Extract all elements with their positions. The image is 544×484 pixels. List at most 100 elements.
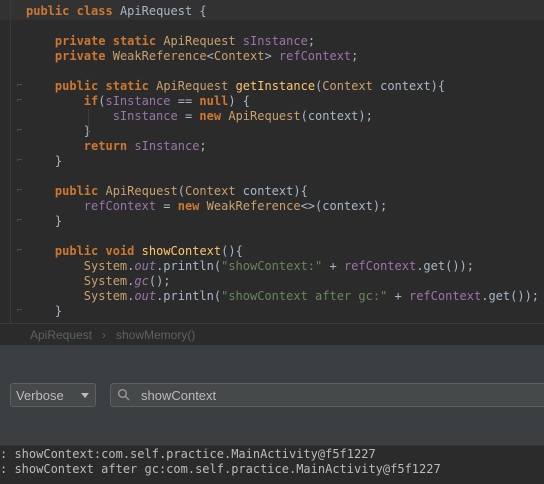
- code-line[interactable]: }: [26, 124, 91, 139]
- code-token: sInstance: [134, 139, 200, 153]
- code-line[interactable]: }: [26, 214, 62, 229]
- code-token: <: [206, 49, 214, 63]
- fold-marker-icon[interactable]: ⌐: [15, 82, 24, 91]
- code-token: WeakReference: [206, 199, 301, 213]
- logcat-output: : showContext:com.self.practice.MainActi…: [0, 445, 544, 484]
- code-line[interactable]: if(sInstance == null) {: [26, 94, 250, 109]
- code-token: public: [54, 184, 99, 198]
- code-token: refContext: [83, 199, 157, 213]
- code-token: private: [54, 49, 106, 63]
- code-line[interactable]: }: [26, 304, 62, 319]
- code-line[interactable]: System.out.println("showContext after gc…: [26, 289, 539, 304]
- log-line: : showContext after gc:com.self.practice…: [0, 462, 441, 476]
- code-token: gc: [134, 274, 149, 288]
- code-token: null: [199, 94, 229, 108]
- gutter-divider: [10, 0, 11, 323]
- code-line[interactable]: refContext = new WeakReference<>(context…: [26, 199, 387, 214]
- code-token: sInstance: [242, 34, 308, 48]
- code-token: out: [134, 259, 157, 273]
- code-token: }: [26, 154, 63, 168]
- code-token: context){: [372, 79, 446, 93]
- code-token: }: [26, 214, 63, 228]
- code-token: }: [26, 304, 63, 318]
- code-token: .get());: [481, 289, 540, 303]
- code-token: ;: [307, 34, 316, 48]
- code-token: sInstance: [105, 94, 171, 108]
- code-token: static: [112, 34, 157, 48]
- code-token: public: [26, 4, 70, 18]
- code-token: out: [134, 289, 157, 303]
- fold-marker-icon[interactable]: ⌐: [15, 127, 24, 136]
- code-token: new: [177, 199, 200, 213]
- code-line[interactable]: public void showContext(){: [26, 244, 243, 259]
- code-token: System: [83, 274, 128, 288]
- code-line[interactable]: System.out.println("showContext:" + refC…: [26, 259, 474, 274]
- code-token: ();: [148, 274, 171, 288]
- code-token: showContext: [141, 244, 222, 258]
- code-token: ;: [351, 49, 359, 63]
- breadcrumb-class[interactable]: ApiRequest: [30, 328, 92, 342]
- fold-marker-icon[interactable]: ⌐: [15, 97, 24, 106]
- code-token: ApiRequest: [228, 109, 301, 123]
- code-token: (){: [221, 244, 243, 258]
- code-line[interactable]: }: [26, 154, 62, 169]
- code-token: .println(: [156, 289, 222, 303]
- code-token: }: [26, 124, 92, 138]
- fold-marker-icon[interactable]: ⌐: [15, 157, 24, 166]
- logcat-search-input[interactable]: showContext: [110, 383, 544, 407]
- logcat-panel-header: [0, 345, 544, 374]
- fold-marker-icon[interactable]: ⌐: [15, 187, 24, 196]
- code-line[interactable]: System.gc();: [26, 274, 171, 289]
- fold-marker-icon[interactable]: ⌐: [15, 247, 24, 256]
- code-token: ;: [199, 139, 207, 153]
- code-token: ) {: [228, 94, 251, 108]
- search-icon: [118, 389, 130, 401]
- code-token: =: [156, 199, 178, 213]
- code-token: (context);: [300, 109, 373, 123]
- code-line[interactable]: private WeakReference<Context> refContex…: [26, 49, 358, 64]
- code-line[interactable]: public ApiRequest(Context context){: [26, 184, 308, 199]
- code-token: System: [83, 289, 128, 303]
- log-level-select[interactable]: Verbose: [10, 383, 96, 407]
- breadcrumb: ApiRequest › showMemory(): [0, 323, 544, 346]
- indent-guide: [88, 109, 89, 137]
- code-token: <>(context);: [300, 199, 388, 213]
- code-token: sInstance: [112, 109, 178, 123]
- code-line[interactable]: public class ApiRequest {: [26, 4, 207, 19]
- fold-marker-icon[interactable]: ⌐: [15, 307, 24, 316]
- chevron-down-icon: [81, 393, 89, 398]
- code-line[interactable]: public static ApiRequest getInstance(Con…: [26, 79, 445, 94]
- code-line[interactable]: private static ApiRequest sInstance;: [26, 34, 315, 49]
- code-line[interactable]: return sInstance;: [26, 139, 207, 154]
- code-token: refContext: [408, 289, 482, 303]
- code-token: .println(: [156, 259, 222, 273]
- code-token: ApiRequest: [156, 79, 229, 93]
- code-token: WeakReference: [112, 49, 207, 63]
- code-token: if: [83, 94, 99, 108]
- code-token: =: [177, 109, 200, 123]
- code-token: refContext: [343, 259, 417, 273]
- code-token: ==: [170, 94, 200, 108]
- breadcrumb-method[interactable]: showMemory(): [116, 328, 195, 342]
- code-editor[interactable]: public class ApiRequest { private static…: [0, 0, 544, 323]
- code-token: ApiRequest {: [112, 4, 207, 18]
- code-line[interactable]: sInstance = new ApiRequest(context);: [26, 109, 373, 124]
- code-token: Context: [184, 184, 236, 198]
- fold-marker-icon[interactable]: ⌐: [15, 217, 24, 226]
